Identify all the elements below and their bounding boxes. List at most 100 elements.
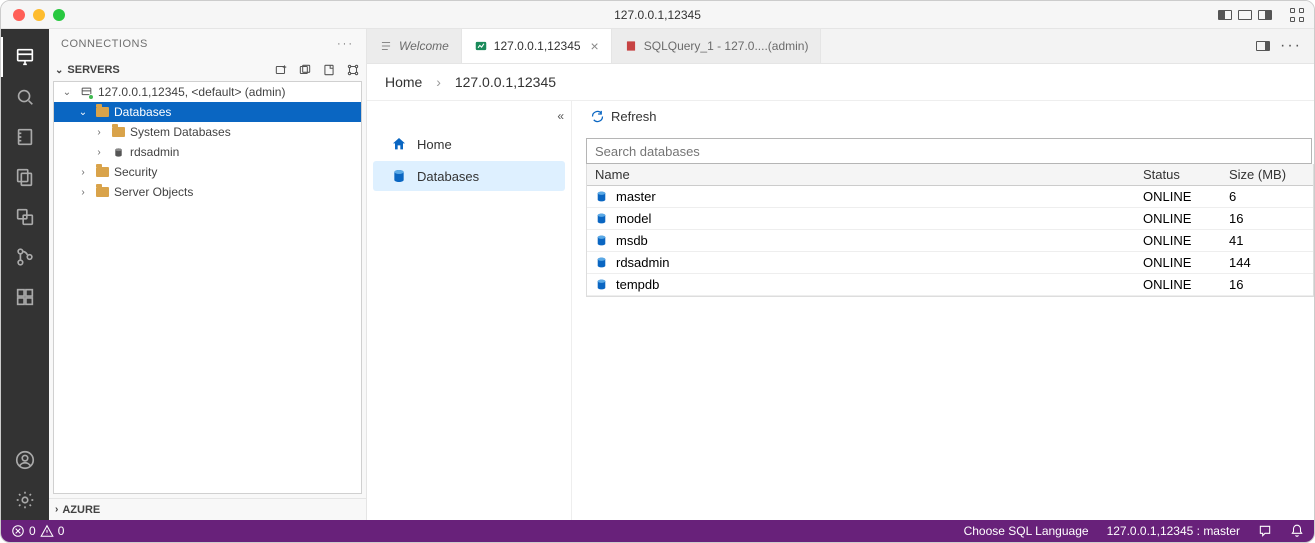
databases-node[interactable]: ⌄ Databases	[54, 102, 361, 122]
activity-explorer[interactable]	[1, 157, 49, 197]
layout-left-icon[interactable]	[1218, 10, 1232, 20]
title-bar: 127.0.0.1,12345	[1, 1, 1314, 29]
status-language[interactable]: Choose SQL Language	[964, 524, 1089, 538]
system-databases-node[interactable]: › System Databases	[54, 122, 361, 142]
close-window-button[interactable]	[13, 9, 25, 21]
layout-right-icon[interactable]	[1258, 10, 1272, 20]
servers-label: SERVERS	[67, 64, 119, 76]
sidebar-title: CONNECTIONS	[61, 38, 148, 50]
database-icon	[595, 256, 608, 269]
errors-count[interactable]: 0	[29, 524, 36, 538]
home-icon	[391, 136, 407, 152]
database-icon	[391, 168, 407, 184]
activity-copy[interactable]	[1, 197, 49, 237]
db-status: ONLINE	[1137, 277, 1223, 292]
layout-bottom-icon[interactable]	[1238, 10, 1252, 20]
db-name: tempdb	[616, 277, 659, 292]
server-node-label: 127.0.0.1,12345, <default> (admin)	[98, 85, 285, 99]
new-connection-icon[interactable]	[274, 63, 288, 77]
table-row[interactable]: msdbONLINE41	[587, 230, 1313, 252]
tab-more-icon[interactable]: ···	[1280, 37, 1302, 55]
layout-grid-icon[interactable]	[1290, 8, 1304, 22]
tab-query-label: SQLQuery_1 - 127.0....(admin)	[644, 39, 809, 53]
table-row[interactable]: model ONLINE16	[587, 208, 1313, 230]
errors-icon[interactable]	[11, 524, 25, 538]
nav-home[interactable]: Home	[373, 129, 565, 159]
db-status: ONLINE	[1137, 189, 1223, 204]
db-status: ONLINE	[1137, 211, 1223, 226]
col-status[interactable]: Status	[1137, 167, 1223, 182]
notifications-icon[interactable]	[1290, 524, 1304, 538]
maximize-window-button[interactable]	[53, 9, 65, 21]
search-databases-input[interactable]	[586, 138, 1312, 164]
new-query-icon[interactable]	[322, 63, 336, 77]
db-size: 16	[1223, 211, 1313, 226]
close-tab-icon[interactable]: ×	[591, 38, 599, 54]
refresh-button[interactable]: Refresh	[586, 109, 1314, 124]
new-group-icon[interactable]	[298, 63, 312, 77]
databases-node-label: Databases	[114, 105, 171, 119]
azure-label: AZURE	[62, 504, 100, 516]
breadcrumb-separator: ›	[436, 74, 441, 90]
database-icon	[595, 278, 608, 291]
dashboard-icon	[474, 39, 488, 53]
col-name[interactable]: Name	[587, 167, 1137, 182]
activity-search[interactable]	[1, 77, 49, 117]
welcome-icon	[379, 39, 393, 53]
warnings-count[interactable]: 0	[58, 524, 65, 538]
server-objects-node[interactable]: › Server Objects	[54, 182, 361, 202]
tab-dashboard[interactable]: 127.0.0.1,12345 ×	[462, 29, 612, 63]
connections-tree: ⌄ 127.0.0.1,12345, <default> (admin) ⌄ D…	[53, 81, 362, 494]
azure-section[interactable]: › AZURE	[49, 498, 366, 520]
query-file-icon	[624, 39, 638, 53]
db-name: rdsadmin	[616, 255, 669, 270]
table-row[interactable]: masterONLINE6	[587, 186, 1313, 208]
db-name: model	[616, 211, 651, 226]
feedback-icon[interactable]	[1258, 524, 1272, 538]
tab-welcome[interactable]: Welcome	[367, 29, 462, 63]
databases-table: Name Status Size (MB) masterONLINE6model…	[586, 164, 1314, 297]
split-editor-icon[interactable]	[1256, 41, 1270, 51]
security-label: Security	[114, 165, 157, 179]
breadcrumb-home[interactable]: Home	[385, 74, 422, 90]
database-icon	[595, 234, 608, 247]
status-bar: 0 0 Choose SQL Language 127.0.0.1,12345 …	[1, 520, 1314, 542]
db-size: 6	[1223, 189, 1313, 204]
sidebar-more-icon[interactable]: ···	[337, 38, 354, 50]
tab-query[interactable]: SQLQuery_1 - 127.0....(admin)	[612, 29, 822, 63]
table-row[interactable]: tempdb ONLINE16	[587, 274, 1313, 296]
db-size: 16	[1223, 277, 1313, 292]
server-group-icon[interactable]	[346, 63, 360, 77]
activity-settings[interactable]	[1, 480, 49, 520]
nav-databases-label: Databases	[417, 169, 479, 184]
activity-notebooks[interactable]	[1, 117, 49, 157]
servers-section[interactable]: ⌄ SERVERS	[49, 59, 366, 81]
activity-extensions[interactable]	[1, 277, 49, 317]
database-icon	[595, 212, 608, 225]
window-title: 127.0.0.1,12345	[614, 8, 701, 22]
activity-source-control[interactable]	[1, 237, 49, 277]
server-node[interactable]: ⌄ 127.0.0.1,12345, <default> (admin)	[54, 82, 361, 102]
db-status: ONLINE	[1137, 233, 1223, 248]
breadcrumb: Home › 127.0.0.1,12345	[367, 64, 1314, 101]
refresh-label: Refresh	[611, 109, 657, 124]
dashboard-nav: « Home Databases	[367, 101, 572, 520]
col-size[interactable]: Size (MB)	[1223, 167, 1313, 182]
security-node[interactable]: › Security	[54, 162, 361, 182]
warnings-icon[interactable]	[40, 524, 54, 538]
db-size: 41	[1223, 233, 1313, 248]
nav-databases[interactable]: Databases	[373, 161, 565, 191]
activity-account[interactable]	[1, 440, 49, 480]
tab-dashboard-label: 127.0.0.1,12345	[494, 39, 581, 53]
rdsadmin-node[interactable]: › rdsadmin	[54, 142, 361, 162]
refresh-icon	[590, 109, 605, 124]
breadcrumb-current[interactable]: 127.0.0.1,12345	[455, 74, 556, 90]
rdsadmin-label: rdsadmin	[130, 145, 179, 159]
table-row[interactable]: rdsadminONLINE144	[587, 252, 1313, 274]
activity-bar	[1, 29, 49, 520]
minimize-window-button[interactable]	[33, 9, 45, 21]
status-connection[interactable]: 127.0.0.1,12345 : master	[1107, 524, 1240, 538]
db-status: ONLINE	[1137, 255, 1223, 270]
collapse-nav-icon[interactable]: «	[557, 109, 561, 123]
activity-connections[interactable]	[1, 37, 49, 77]
